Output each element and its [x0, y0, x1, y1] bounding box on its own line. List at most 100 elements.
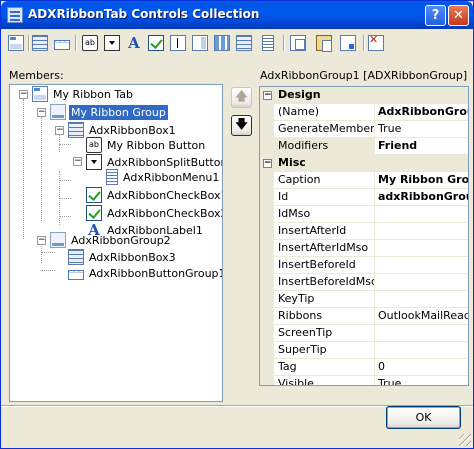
tree-node-button-group[interactable]: AdxRibbonButtonGroup1	[68, 264, 222, 282]
add-check-box-icon	[148, 35, 164, 51]
property-row[interactable]: Ribbons OutlookMailRead;O	[260, 308, 468, 325]
paste-button[interactable]	[315, 34, 333, 52]
property-value[interactable]	[375, 257, 468, 274]
toolbar-separator	[363, 35, 364, 51]
property-value[interactable]	[375, 206, 468, 223]
property-value[interactable]	[375, 291, 468, 308]
tree-node-tab[interactable]: My Ribbon Tab	[32, 85, 135, 103]
property-row[interactable]: IdMso	[260, 206, 468, 223]
tree-line	[59, 216, 71, 217]
grid-gutter	[260, 138, 274, 155]
property-grid[interactable]: − Design (Name) AdxRibbonGroup1 Generate…	[259, 86, 469, 386]
property-value[interactable]	[375, 274, 468, 291]
ribbon-tab-icon	[32, 86, 48, 102]
tree-node-check-box[interactable]: AdxRibbonCheckBox2	[86, 204, 222, 222]
collapse-toggle[interactable]: −	[19, 90, 28, 99]
tree-node-group[interactable]: My Ribbon Group	[50, 103, 168, 121]
add-button-button[interactable]: ab	[81, 34, 99, 52]
add-combo-box-button[interactable]	[191, 34, 209, 52]
property-value[interactable]	[375, 240, 468, 257]
property-row[interactable]: SuperTip	[260, 342, 468, 359]
add-tab-button[interactable]	[7, 34, 25, 52]
add-menu-icon	[236, 35, 252, 51]
close-icon: ✕	[453, 8, 464, 23]
property-row[interactable]: InsertBeforeId	[260, 257, 468, 274]
copy-button[interactable]	[289, 34, 307, 52]
property-name: Ribbons	[274, 308, 375, 325]
property-row[interactable]: Modifiers Friend	[260, 138, 468, 155]
add-dialog-launcher-button[interactable]	[339, 34, 357, 52]
add-separator-button[interactable]	[259, 34, 277, 52]
property-value[interactable]: My Ribbon Group	[375, 172, 468, 189]
property-name: KeyTip	[274, 291, 375, 308]
tree-node-group-2[interactable]: AdxRibbonGroup2	[50, 231, 173, 249]
add-button-group-button[interactable]	[53, 34, 71, 52]
property-name: InsertAfterId	[274, 223, 375, 240]
property-value[interactable]: Friend	[375, 138, 468, 155]
property-row[interactable]: Tag 0	[260, 359, 468, 376]
ok-button[interactable]: OK	[386, 406, 461, 429]
collapse-toggle[interactable]: −	[55, 126, 64, 135]
collapse-toggle[interactable]: −	[37, 108, 46, 117]
ribbon-group-icon	[50, 104, 66, 120]
move-up-button[interactable]: 🡅	[231, 87, 252, 108]
collapse-toggle[interactable]: −	[263, 159, 272, 168]
property-value[interactable]: AdxRibbonGroup1	[375, 104, 468, 121]
add-box-icon	[32, 35, 48, 51]
members-tree[interactable]: − My Ribbon Tab − My Ribbon Group − AdxR…	[9, 84, 223, 402]
tree-line	[23, 99, 24, 239]
close-button[interactable]: ✕	[448, 5, 469, 26]
property-value[interactable]	[375, 342, 468, 359]
property-value[interactable]: OutlookMailRead;O	[375, 308, 468, 325]
grid-gutter	[260, 325, 274, 342]
collapse-toggle[interactable]: −	[37, 236, 46, 245]
property-value[interactable]: True	[375, 376, 468, 385]
add-gallery-button[interactable]	[213, 34, 231, 52]
add-label-button[interactable]: A	[125, 34, 143, 52]
add-edit-box-button[interactable]	[169, 34, 187, 52]
category-misc[interactable]: − Misc	[260, 155, 468, 172]
ribbon-box-icon	[68, 122, 84, 138]
property-row[interactable]: Visible True	[260, 376, 468, 385]
property-row[interactable]: KeyTip	[260, 291, 468, 308]
tree-node-button[interactable]: ab My Ribbon Button	[86, 136, 207, 154]
grid-gutter	[260, 189, 274, 206]
property-name: IdMso	[274, 206, 375, 223]
property-value[interactable]: True	[375, 121, 468, 138]
property-value[interactable]	[375, 325, 468, 342]
property-value[interactable]	[375, 223, 468, 240]
add-separator-icon	[262, 35, 274, 51]
ribbon-box-icon	[68, 249, 84, 265]
grid-gutter	[260, 376, 274, 385]
collapse-toggle[interactable]: −	[263, 91, 272, 100]
collapse-toggle[interactable]: −	[73, 157, 82, 166]
move-down-button[interactable]: 🡇	[231, 115, 252, 136]
category-design[interactable]: − Design	[260, 87, 468, 104]
property-row[interactable]: (Name) AdxRibbonGroup1	[260, 104, 468, 121]
add-box-button[interactable]	[31, 34, 49, 52]
grid-gutter	[260, 206, 274, 223]
property-row[interactable]: Id adxRibbonGroup1	[260, 189, 468, 206]
tree-node-menu[interactable]: AdxRibbonMenu1	[104, 168, 221, 186]
add-check-box-button[interactable]	[147, 34, 165, 52]
add-button-group-icon	[54, 38, 70, 50]
help-button[interactable]: ?	[425, 5, 446, 26]
category-label: Misc	[278, 156, 306, 169]
property-row[interactable]: InsertAfterId	[260, 223, 468, 240]
members-label: Members:	[9, 69, 64, 82]
delete-button[interactable]	[367, 33, 385, 52]
tree-line	[41, 243, 42, 263]
property-row[interactable]: Caption My Ribbon Group	[260, 172, 468, 189]
property-name: ScreenTip	[274, 325, 375, 342]
property-row[interactable]: ScreenTip	[260, 325, 468, 342]
title-bar[interactable]: ADXRibbonTab Controls Collection ? ✕	[1, 1, 473, 29]
property-row[interactable]: GenerateMember True	[260, 121, 468, 138]
property-value[interactable]: 0	[375, 359, 468, 376]
property-value[interactable]: adxRibbonGroup1	[375, 189, 468, 206]
property-row[interactable]: InsertAfterIdMso	[260, 240, 468, 257]
add-split-button-button[interactable]	[103, 34, 121, 52]
property-row[interactable]: InsertBeforeIdMso	[260, 274, 468, 291]
add-menu-button[interactable]	[235, 34, 253, 52]
resize-grip-icon[interactable]	[459, 434, 471, 446]
tree-node-check-box[interactable]: AdxRibbonCheckBox1	[86, 186, 222, 204]
